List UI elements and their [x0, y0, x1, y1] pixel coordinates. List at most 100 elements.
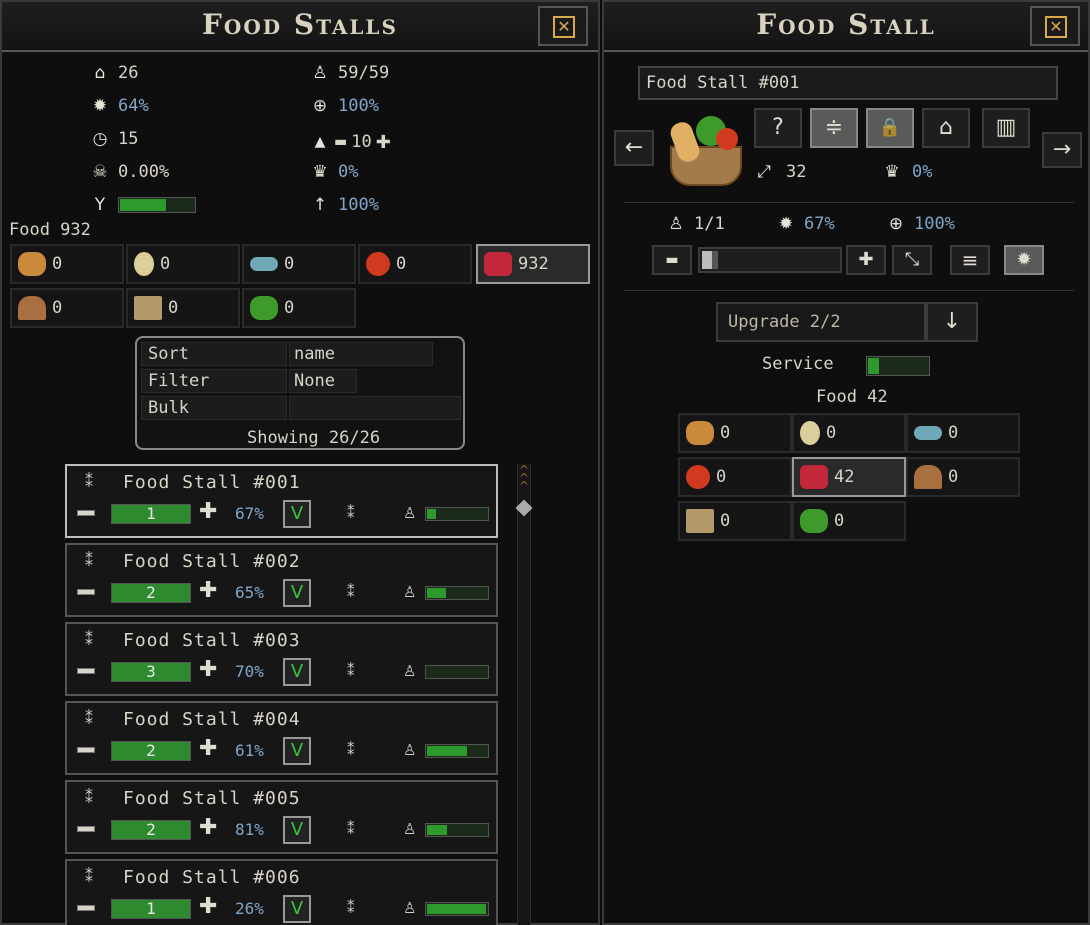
- list-view-button[interactable]: ≡: [950, 245, 990, 275]
- stall-name-input[interactable]: [638, 66, 1058, 100]
- move-icon[interactable]: ⁑: [85, 551, 93, 570]
- decrease-workers-button[interactable]: ▬: [652, 245, 692, 275]
- plus-icon: ✚: [858, 249, 874, 270]
- worker-bar: [425, 744, 489, 758]
- increase-level-button[interactable]: ✚: [199, 815, 217, 840]
- stall-resource-apple[interactable]: 0: [678, 457, 792, 497]
- resource-fish[interactable]: 0: [242, 244, 356, 284]
- stall-card[interactable]: ⁑ Food Stall #001 1 ✚ 67% V ⁑ ♙: [65, 464, 498, 538]
- decrease-level-button[interactable]: [77, 747, 95, 753]
- lock-button[interactable]: 🔒: [866, 108, 914, 148]
- stall-card[interactable]: ⁑ Food Stall #006 1 ✚ 26% V ⁑ ♙: [65, 859, 498, 925]
- stall-resource-egg[interactable]: 0: [792, 413, 906, 453]
- enable-checkbox[interactable]: V: [283, 895, 311, 923]
- move-icon[interactable]: ⁑: [85, 630, 93, 649]
- increase-level-button[interactable]: ✚: [199, 894, 217, 919]
- stall-card[interactable]: ⁑ Food Stall #003 3 ✚ 70% V ⁑ ♙: [65, 622, 498, 696]
- increase-level-button[interactable]: ✚: [199, 657, 217, 682]
- move-icon[interactable]: ⁑: [347, 741, 355, 759]
- warning-minus-button[interactable]: ▬: [334, 134, 347, 150]
- enable-checkbox[interactable]: V: [283, 579, 311, 607]
- divider: [624, 202, 1074, 203]
- move-icon[interactable]: ⁑: [85, 788, 93, 807]
- stat-gear: ✹ 64%: [90, 93, 149, 119]
- resource-egg[interactable]: 0: [126, 244, 240, 284]
- resource-crate[interactable]: 0: [126, 288, 240, 328]
- stall-resource-bread[interactable]: 0: [678, 413, 792, 453]
- workers-slider[interactable]: [698, 247, 842, 273]
- stat-houses: ⌂ 26: [90, 60, 139, 86]
- gear-icon: ✹: [1016, 249, 1032, 270]
- sort-value[interactable]: name: [289, 342, 433, 366]
- move-icon[interactable]: ⁑: [347, 820, 355, 838]
- priority-button[interactable]: ≑: [810, 108, 858, 148]
- left-close-button[interactable]: ✕: [538, 6, 588, 46]
- list-scrollbar[interactable]: ^ ^ ^: [515, 464, 533, 925]
- move-icon[interactable]: ⁑: [85, 472, 93, 491]
- decrease-level-button[interactable]: [77, 668, 95, 674]
- move-icon[interactable]: ⁑: [347, 504, 355, 522]
- move-icon[interactable]: ⁑: [347, 662, 355, 680]
- help-button[interactable]: ?: [754, 108, 802, 148]
- apple-icon: [686, 465, 710, 489]
- move-icon[interactable]: ⁑: [347, 583, 355, 601]
- filter-value[interactable]: None: [289, 369, 357, 393]
- stall-resource-meat[interactable]: 42: [792, 457, 906, 497]
- move-icon[interactable]: ⁑: [85, 709, 93, 728]
- resource-meat[interactable]: 932: [476, 244, 590, 284]
- workers-slider-handle[interactable]: [712, 251, 718, 269]
- stall-name: Food Stall #006: [123, 867, 301, 888]
- happiness-bar: [118, 197, 196, 213]
- increase-level-button[interactable]: ✚: [199, 578, 217, 603]
- right-close-button[interactable]: ✕: [1030, 6, 1080, 46]
- scroll-up-icon[interactable]: ^ ^ ^: [519, 464, 529, 492]
- stall-resource-mushroom-value: 0: [948, 467, 959, 487]
- food-stall-detail-panel: Food Stall ✕ ← → ? ≑ 🔒 ⌂ ▥ ⤢ 32 ♛ 0%: [602, 0, 1090, 925]
- enable-checkbox[interactable]: V: [283, 816, 311, 844]
- scroll-thumb[interactable]: [515, 499, 533, 517]
- decrease-level-button[interactable]: [77, 510, 95, 516]
- warning-plus-button[interactable]: ✚: [376, 132, 391, 153]
- settings-view-button[interactable]: ✹: [1004, 245, 1044, 275]
- bulk-value[interactable]: [289, 396, 461, 420]
- level-value: 2: [111, 820, 191, 840]
- upgrade-button[interactable]: ↓: [926, 302, 978, 342]
- move-icon[interactable]: ⁑: [85, 867, 93, 886]
- stall-card[interactable]: ⁑ Food Stall #005 2 ✚ 81% V ⁑ ♙: [65, 780, 498, 854]
- next-stall-button[interactable]: →: [1042, 132, 1082, 168]
- resource-vegetables[interactable]: 0: [242, 288, 356, 328]
- resource-apple[interactable]: 0: [358, 244, 472, 284]
- resource-bread[interactable]: 0: [10, 244, 124, 284]
- increase-level-button[interactable]: ✚: [199, 736, 217, 761]
- prev-stall-button[interactable]: ←: [614, 130, 654, 166]
- decrease-level-button[interactable]: [77, 589, 95, 595]
- stall-resource-vegetables[interactable]: 0: [792, 501, 906, 541]
- decrease-level-button[interactable]: [77, 905, 95, 911]
- demolish-button[interactable]: ▥: [982, 108, 1030, 148]
- arrow-up-icon: ↑: [312, 195, 328, 215]
- level-value: 1: [111, 899, 191, 919]
- stall-card[interactable]: ⁑ Food Stall #004 2 ✚ 61% V ⁑ ♙: [65, 701, 498, 775]
- move-icon[interactable]: ⁑: [347, 899, 355, 917]
- decrease-level-button[interactable]: [77, 826, 95, 832]
- food-basket-icon: [666, 112, 746, 188]
- crosshair-icon: ⊕: [312, 96, 328, 116]
- max-workers-button[interactable]: ⤡: [892, 245, 932, 275]
- stall-resource-fish[interactable]: 0: [906, 413, 1020, 453]
- left-title-bar: Food Stalls ✕: [2, 2, 598, 52]
- stall-name: Food Stall #001: [123, 472, 301, 493]
- home-button[interactable]: ⌂: [922, 108, 970, 148]
- clock-icon: ◷: [92, 129, 108, 149]
- stall-resource-crate[interactable]: 0: [678, 501, 792, 541]
- mushroom-icon: [18, 296, 46, 320]
- stall-resource-vegetables-value: 0: [834, 511, 845, 531]
- increase-workers-button[interactable]: ✚: [846, 245, 886, 275]
- stall-card[interactable]: ⁑ Food Stall #002 2 ✚ 65% V ⁑ ♙: [65, 543, 498, 617]
- resource-mushroom[interactable]: 0: [10, 288, 124, 328]
- stall-resource-mushroom[interactable]: 0: [906, 457, 1020, 497]
- enable-checkbox[interactable]: V: [283, 500, 311, 528]
- enable-checkbox[interactable]: V: [283, 658, 311, 686]
- meat-icon: [800, 465, 828, 489]
- enable-checkbox[interactable]: V: [283, 737, 311, 765]
- increase-level-button[interactable]: ✚: [199, 499, 217, 524]
